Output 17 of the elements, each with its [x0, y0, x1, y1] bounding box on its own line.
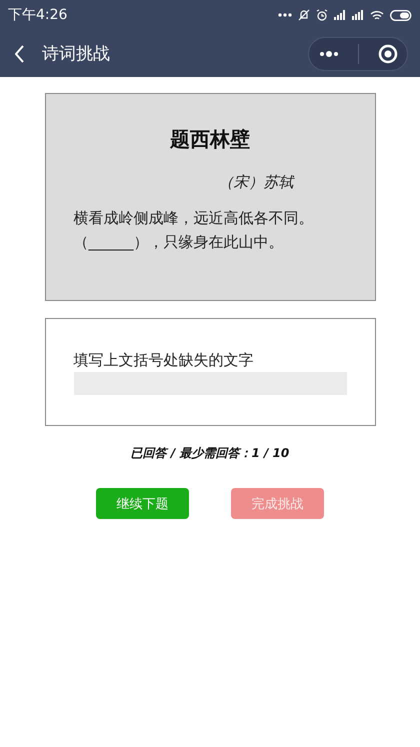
signal-icon	[352, 10, 364, 20]
page-title: 诗词挑战	[42, 43, 111, 65]
answer-prompt: 填写上文括号处缺失的文字	[74, 351, 254, 370]
poem-line: 横看成岭侧成峰，远近高低各不同。	[74, 208, 314, 229]
poem-line: （______），只缘身在此山中。	[74, 232, 284, 253]
back-icon[interactable]	[15, 44, 25, 62]
progress-text: 已回答 / 最少需回答：1 / 10	[130, 445, 290, 462]
battery-icon	[390, 10, 412, 20]
alarm-icon	[316, 9, 328, 21]
poem-author: （宋）苏轼	[218, 173, 296, 192]
wifi-icon	[370, 10, 384, 20]
more-dots-icon	[278, 13, 292, 17]
next-button[interactable]: 继续下题	[96, 488, 189, 519]
poem-title: 题西林壁	[168, 126, 251, 153]
status-time: 下午4:26	[8, 6, 68, 24]
more-icon[interactable]	[318, 50, 338, 56]
signal-icon	[334, 10, 346, 20]
